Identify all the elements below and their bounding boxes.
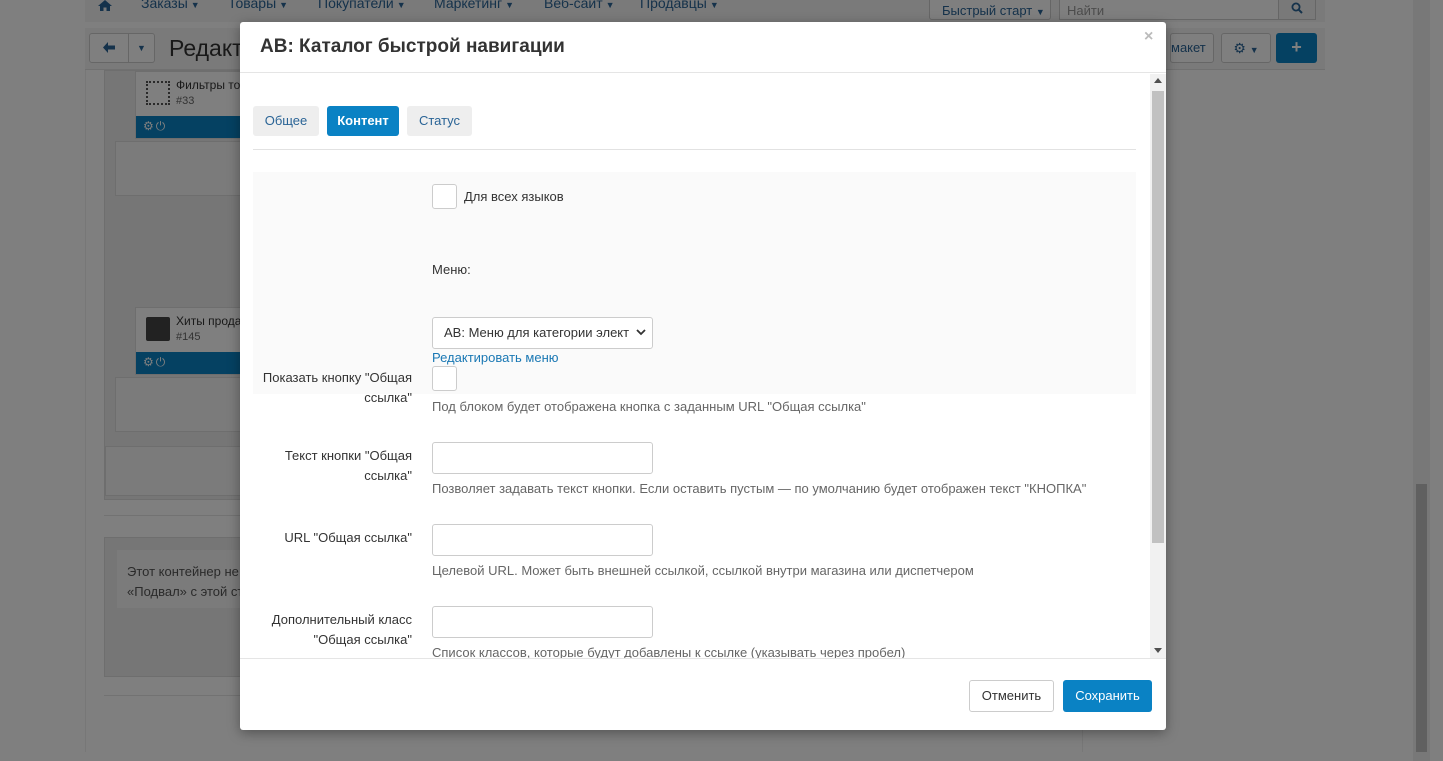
button-text-help: Позволяет задавать текст кнопки. Если ос… xyxy=(432,481,1087,496)
edit-menu-link[interactable]: Редактировать меню xyxy=(432,350,559,365)
label-line: ссылка" xyxy=(364,468,412,483)
label-line: Показать кнопку "Общая xyxy=(262,370,412,385)
button-text-label: Текст кнопки "Общая ссылка" xyxy=(252,446,412,486)
show-button-checkbox[interactable] xyxy=(432,366,457,391)
label-line: "Общая ссылка" xyxy=(313,632,413,647)
dialog-title: АВ: Каталог быстрой навигации xyxy=(260,36,565,57)
show-button-help: Под блоком будет отображена кнопка с зад… xyxy=(432,399,866,414)
menu-label: Меню: xyxy=(432,262,471,277)
close-icon[interactable]: × xyxy=(1144,28,1153,46)
save-button[interactable]: Сохранить xyxy=(1063,680,1152,712)
extra-class-label: Дополнительный класс "Общая ссылка" xyxy=(252,610,412,650)
label-line: ссылка" xyxy=(364,390,412,405)
url-label: URL "Общая ссылка" xyxy=(284,530,412,545)
label-line: Дополнительный класс xyxy=(271,612,412,627)
all-languages-label: Для всех языков xyxy=(464,189,564,204)
all-languages-checkbox[interactable] xyxy=(432,184,457,209)
block-settings-dialog: АВ: Каталог быстрой навигации × Общее Ко… xyxy=(240,22,1166,730)
chevron-down-icon xyxy=(633,318,646,348)
tab-content[interactable]: Контент xyxy=(327,106,399,136)
menu-select-value: АВ: Меню для категории элект xyxy=(444,325,630,340)
tab-bar: Общее Контент Статус xyxy=(253,106,1136,150)
dialog-scrollbar-thumb[interactable] xyxy=(1152,91,1164,543)
content-section-background xyxy=(253,172,1136,394)
dialog-scrollbar[interactable] xyxy=(1150,74,1166,658)
extra-class-field[interactable] xyxy=(432,606,653,638)
scroll-down-icon[interactable] xyxy=(1154,648,1162,653)
url-help: Целевой URL. Может быть внешней ссылкой,… xyxy=(432,563,974,578)
label-line: Текст кнопки "Общая xyxy=(284,448,412,463)
cancel-button[interactable]: Отменить xyxy=(969,680,1054,712)
dialog-body: Общее Контент Статус Для всех языков Мен… xyxy=(240,74,1166,659)
button-text-field[interactable] xyxy=(432,442,653,474)
url-field[interactable] xyxy=(432,524,653,556)
menu-select[interactable]: АВ: Меню для категории элект xyxy=(432,317,653,349)
scroll-up-icon[interactable] xyxy=(1154,78,1162,83)
dialog-header: АВ: Каталог быстрой навигации × xyxy=(240,22,1166,73)
extra-class-help: Список классов, которые будут добавлены … xyxy=(432,645,906,659)
tab-general[interactable]: Общее xyxy=(253,106,319,136)
dialog-footer: Отменить Сохранить xyxy=(240,658,1166,730)
show-button-label: Показать кнопку "Общая ссылка" xyxy=(252,368,412,408)
tab-status[interactable]: Статус xyxy=(407,106,472,136)
